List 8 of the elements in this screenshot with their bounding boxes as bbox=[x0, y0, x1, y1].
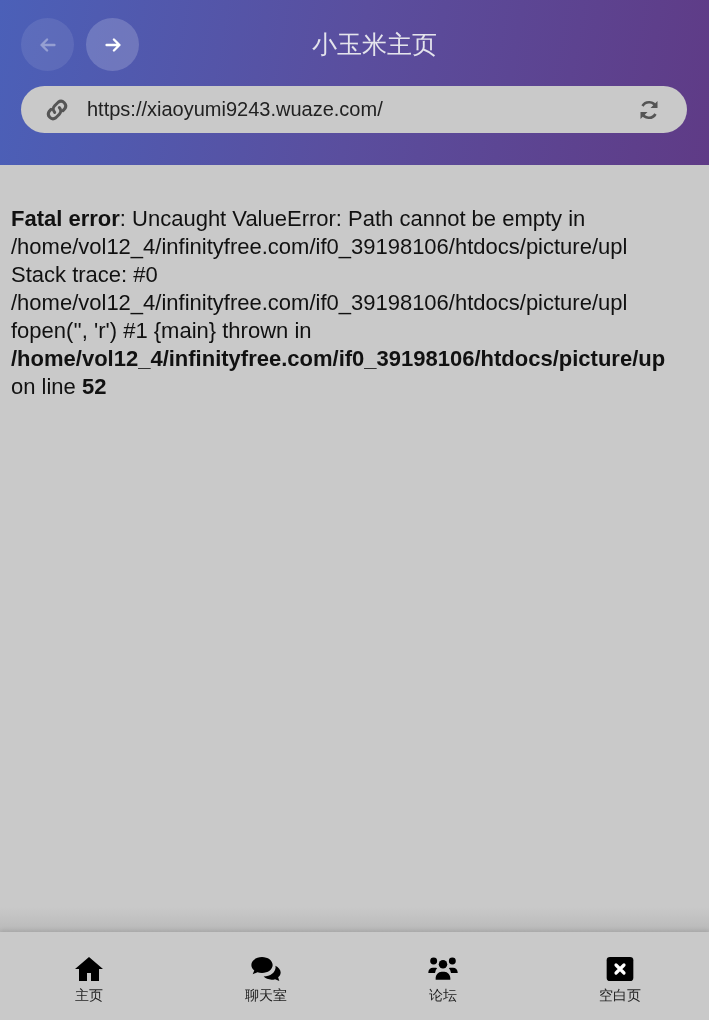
forward-button[interactable] bbox=[86, 18, 139, 71]
nav-item[interactable]: 空白页 bbox=[599, 987, 642, 1005]
nav-item[interactable]: 论坛 bbox=[429, 987, 458, 1005]
nav-item[interactable]: 主页 bbox=[74, 987, 103, 1005]
error-message: Fatal error: Uncaught ValueError: Path cannot be empty in /home/vol12_4/infinityfree.com/if0_39198106/htdocs/picture/upl Stack trace: #0 /home/vol12_4/infinityfree.com/if0_39198106/htdocs/picture/upl fopen('', 'r') #1 {main} thrown in /home/vol12_4/infinityfree.com/if0_39198106/htdocs/picture/up on line 52 bbox=[11, 205, 667, 401]
address-field[interactable]: https://xiaoyumi9243.wuaze.com/ bbox=[21, 86, 687, 133]
page-title: 小玉米主页 bbox=[310, 29, 438, 61]
nav-item[interactable]: 聊天室 bbox=[244, 987, 287, 1005]
